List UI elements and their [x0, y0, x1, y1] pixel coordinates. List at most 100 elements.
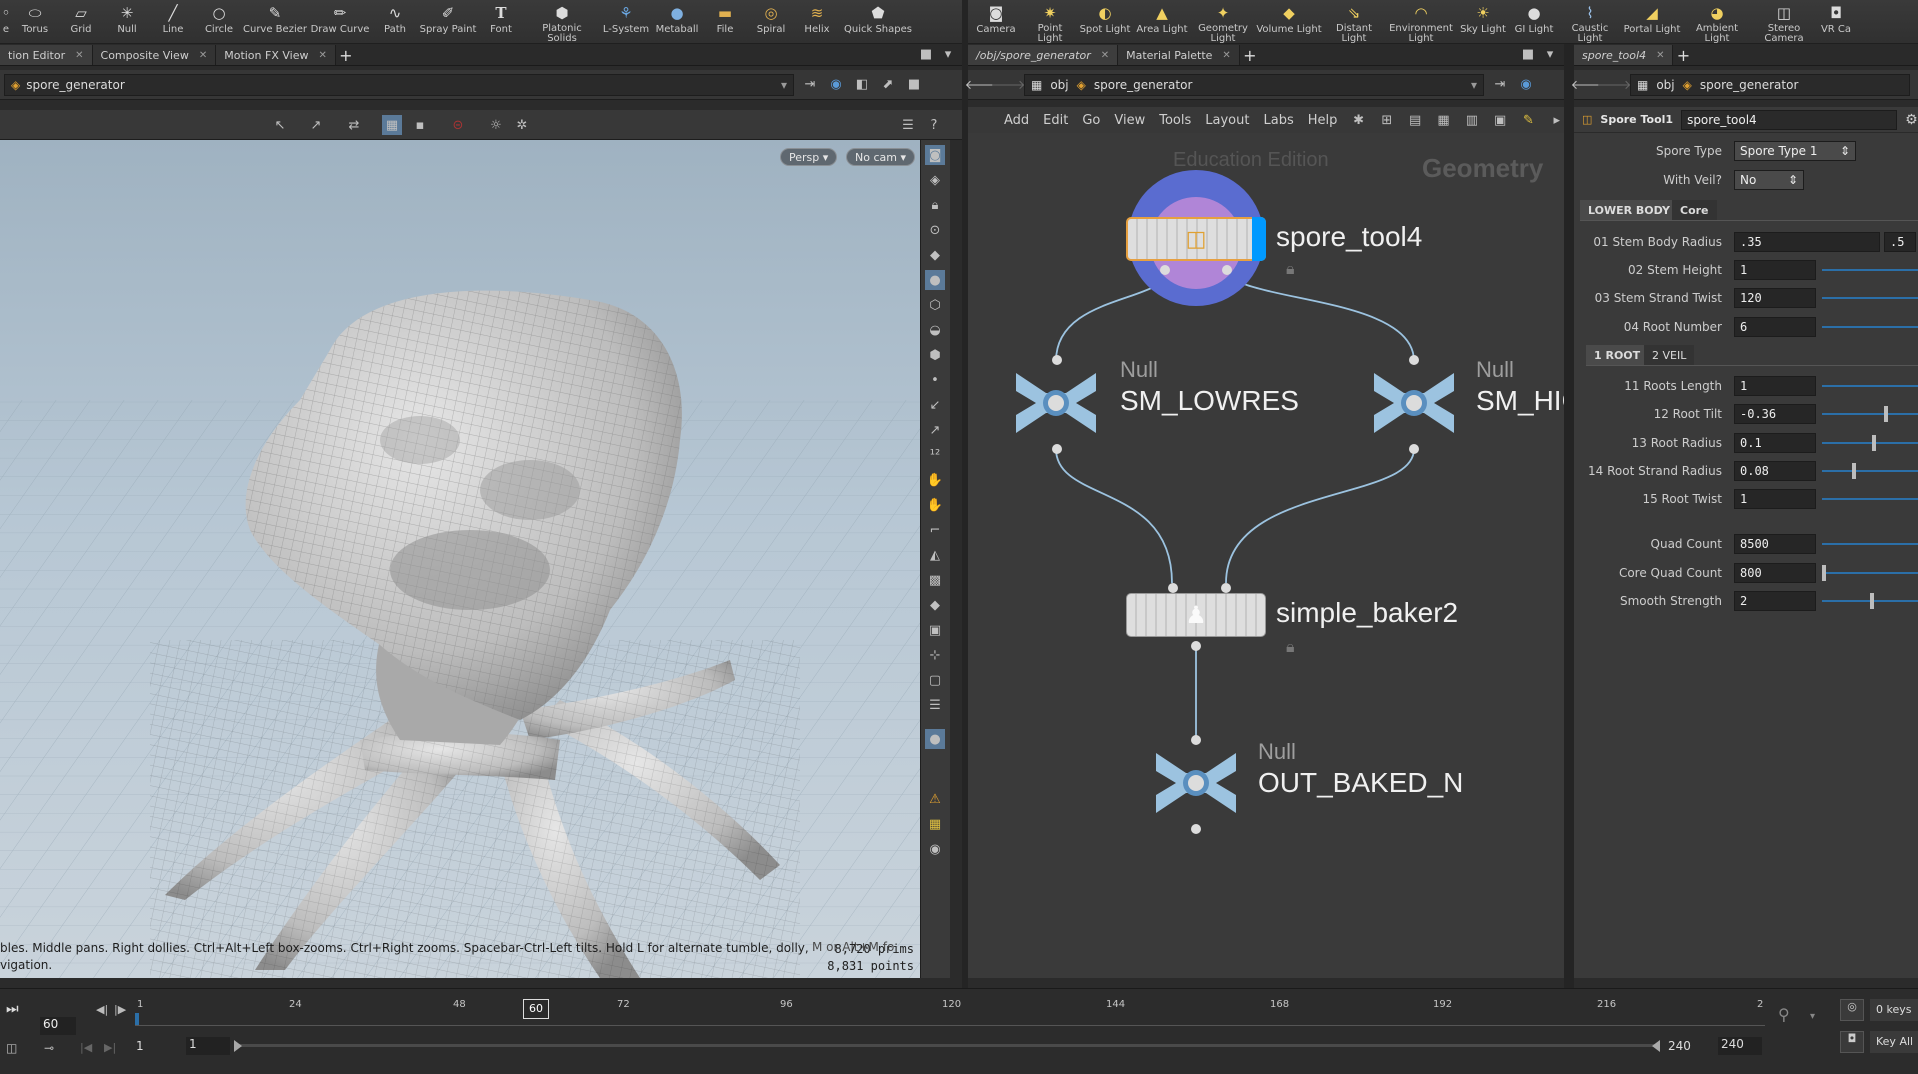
number-icon[interactable]: ¹²: [925, 445, 945, 465]
range-left-handle[interactable]: [234, 1040, 242, 1052]
range-right-handle[interactable]: [1652, 1040, 1660, 1052]
tree-icon[interactable]: ⊞: [1380, 110, 1394, 130]
root-radius-field[interactable]: 0.1: [1734, 433, 1816, 453]
shelf-tool-metaball[interactable]: ● Metaball: [652, 0, 702, 44]
light-icon[interactable]: ●: [925, 270, 945, 290]
params-path-field[interactable]: ▦ obj ◈ spore_generator: [1630, 73, 1910, 96]
core-quad-count-slider[interactable]: [1822, 562, 1918, 584]
shelf-tool-draw-curve[interactable]: ✏ Draw Curve: [308, 0, 372, 44]
shelf-tool-circle[interactable]: ○ Circle: [196, 0, 242, 44]
transform-icon[interactable]: ⇄: [344, 115, 364, 135]
shelf-tool-lsystem[interactable]: ⚘ L-System: [600, 0, 652, 44]
bone-icon[interactable]: ◆: [925, 595, 945, 615]
range-slider[interactable]: [234, 1040, 1660, 1052]
network-path-field[interactable]: ▦ obj ◈ spore_generator ▾: [1024, 73, 1484, 96]
forward-icon[interactable]: 🡒: [1597, 75, 1632, 95]
smooth-strength-field[interactable]: 2: [1734, 591, 1816, 611]
root-strand-radius-slider[interactable]: [1822, 460, 1918, 482]
null-node-lowres[interactable]: [1006, 363, 1106, 443]
corner-icon[interactable]: ⌐: [925, 520, 945, 540]
close-icon[interactable]: ✕: [1222, 50, 1230, 61]
shelf-tool-gi-light[interactable]: ● GI Light: [1510, 0, 1558, 44]
edge-icon[interactable]: ↗: [925, 420, 945, 440]
axis-icon[interactable]: ⊹: [925, 645, 945, 665]
node-output-port[interactable]: [1191, 641, 1201, 651]
spore-type-select[interactable]: Spore Type 1 ⇕: [1734, 141, 1856, 161]
jump-end-icon[interactable]: ⏭: [6, 1001, 19, 1017]
link-icon[interactable]: ◉: [1516, 75, 1536, 95]
tab-motion-fx-view[interactable]: Motion FX View ✕: [216, 45, 336, 65]
window-icon[interactable]: ▣: [1493, 110, 1507, 130]
root-number-slider[interactable]: [1822, 316, 1918, 338]
list-icon[interactable]: ▤: [1408, 110, 1422, 130]
network-editor[interactable]: Education Edition Geometry ◫ spore_tool4…: [968, 133, 1564, 978]
key-all-icon[interactable]: ◘: [1840, 1031, 1864, 1053]
sculpt-icon[interactable]: ◭: [925, 545, 945, 565]
shelf-tool-helix[interactable]: ≋ Helix: [794, 0, 840, 44]
film-icon[interactable]: ▣: [925, 620, 945, 640]
shelf-tool-camera[interactable]: ◙ Camera: [968, 0, 1024, 44]
layers-icon[interactable]: ☰: [925, 695, 945, 715]
menu-layout[interactable]: Layout: [1205, 113, 1249, 128]
eye-icon[interactable]: ◉: [925, 839, 945, 859]
null-node-out[interactable]: [1146, 743, 1246, 823]
forward-icon[interactable]: 🡒: [991, 75, 1026, 95]
shelf-tool-point-light[interactable]: ✷ Point Light: [1024, 0, 1076, 44]
shelf-tool-ambient-light[interactable]: ◕ Ambient Light: [1682, 0, 1752, 44]
pane-divider-right[interactable]: [1564, 44, 1574, 988]
chevron-down-icon[interactable]: ▾: [1810, 1011, 1815, 1022]
key-all-button[interactable]: Key All: [1870, 1031, 1918, 1053]
expand-icon[interactable]: ▸: [1550, 110, 1564, 130]
roots-length-slider[interactable]: [1822, 375, 1918, 397]
close-icon[interactable]: ✕: [75, 50, 83, 61]
normal-icon[interactable]: ↙: [925, 395, 945, 415]
menu-add[interactable]: Add: [1004, 113, 1029, 128]
root-radius-slider[interactable]: [1822, 432, 1918, 454]
search-icon[interactable]: ⚲: [1778, 1005, 1790, 1024]
node-name-field[interactable]: spore_tool4: [1681, 109, 1898, 130]
shelf-tool-sky-light[interactable]: ☀ Sky Light: [1456, 0, 1510, 44]
perspective-menu[interactable]: Persp ▾: [780, 148, 838, 166]
shelf-tool-stereo-camera[interactable]: ◫ Stereo Camera: [1752, 0, 1816, 44]
step-back-icon[interactable]: ◀|: [96, 1003, 108, 1016]
current-frame-field[interactable]: 60: [40, 1017, 76, 1035]
tab-animation-editor[interactable]: tion Editor ✕: [0, 45, 93, 65]
note-icon[interactable]: ✎: [1521, 110, 1535, 130]
range-start-handle[interactable]: [135, 1013, 139, 1025]
tab-veil[interactable]: 2 VEIL: [1644, 345, 1695, 365]
range-end-field-2[interactable]: 240: [1718, 1037, 1762, 1055]
tab-lower-body[interactable]: LOWER BODY: [1580, 200, 1678, 220]
tab-composite-view[interactable]: Composite View ✕: [92, 45, 217, 65]
link-icon[interactable]: ◉: [826, 75, 846, 95]
record-icon[interactable]: ⊝: [448, 115, 468, 135]
root-tilt-field[interactable]: -0.36: [1734, 404, 1816, 424]
display-icon[interactable]: ◈: [925, 170, 945, 190]
wire-icon[interactable]: ⬡: [925, 295, 945, 315]
pane-menu-icon[interactable]: ▾: [1540, 44, 1560, 64]
next-key-icon[interactable]: ▶|: [104, 1041, 116, 1054]
pane-menu-icon[interactable]: ▾: [938, 44, 958, 64]
add-tab-icon[interactable]: +: [1673, 45, 1693, 65]
tab-spore-tool4[interactable]: spore_tool4 ✕: [1574, 45, 1674, 65]
quad-count-field[interactable]: 8500: [1734, 534, 1816, 554]
range-end-field[interactable]: 240: [1668, 1039, 1691, 1053]
shelf-tool-vr-camera[interactable]: ◘ VR Ca: [1816, 0, 1856, 44]
stem-strand-twist-field[interactable]: 120: [1734, 288, 1816, 308]
shelf-tool-quick-shapes[interactable]: ⬟ Quick Shapes: [840, 0, 916, 44]
settings-icon[interactable]: ✲: [512, 115, 532, 135]
pin-icon[interactable]: ⇥: [1490, 75, 1510, 95]
frame-icon[interactable]: ◆: [925, 245, 945, 265]
node-output-port[interactable]: [1222, 265, 1232, 275]
menu-go[interactable]: Go: [1082, 113, 1100, 128]
back-icon[interactable]: 🡐: [965, 75, 1000, 95]
smooth-strength-slider[interactable]: [1822, 590, 1918, 612]
stem-body-radius-field[interactable]: .35: [1734, 232, 1880, 252]
select-icon[interactable]: ↖: [270, 115, 290, 135]
root-twist-slider[interactable]: [1822, 488, 1918, 510]
stem-height-field[interactable]: 1: [1734, 260, 1816, 280]
shelf-tool-font[interactable]: T Font: [478, 0, 524, 44]
visibility-icon[interactable]: ☼: [486, 115, 506, 135]
warning-icon[interactable]: ⚠: [925, 789, 945, 809]
shelf-tool-environment-light[interactable]: ◠ Environment Light: [1386, 0, 1456, 44]
simple-baker-node[interactable]: ♟: [1126, 593, 1266, 637]
